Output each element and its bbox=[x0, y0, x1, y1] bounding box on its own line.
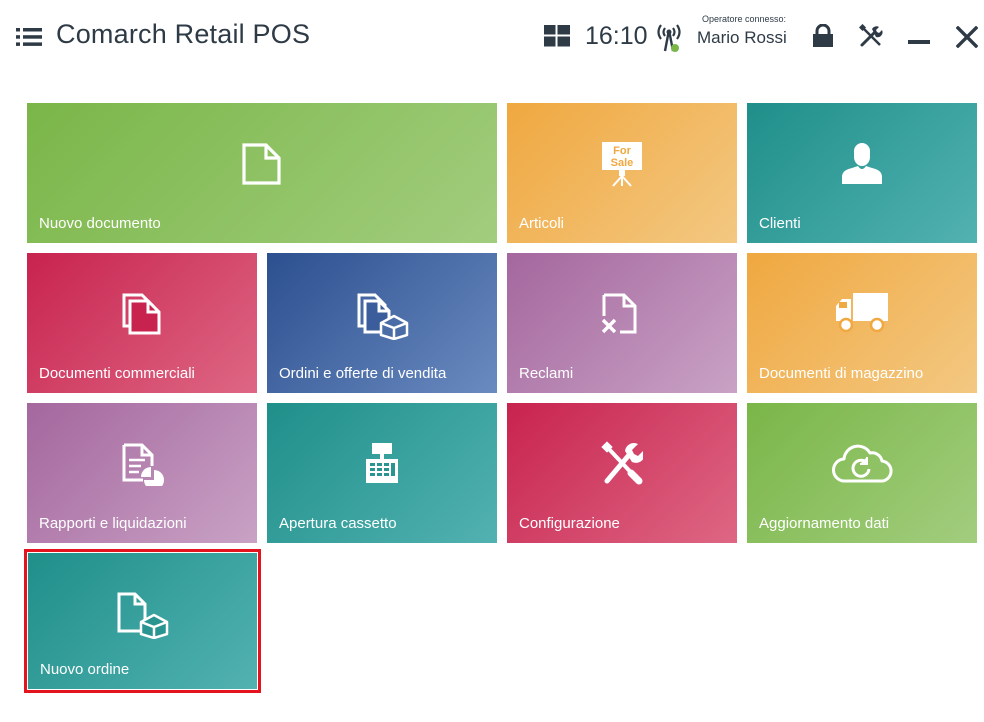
cash-register-icon bbox=[366, 443, 398, 483]
tile-ordini-offerte[interactable]: Ordini e offerte di vendita bbox=[267, 253, 497, 393]
tile-label: Rapporti e liquidazioni bbox=[39, 515, 187, 532]
tile-label: Apertura cassetto bbox=[279, 515, 397, 532]
tile-label: Nuovo ordine bbox=[40, 661, 130, 678]
tile-label: Clienti bbox=[759, 215, 801, 232]
tile-label: Aggiornamento dati bbox=[759, 515, 890, 532]
svg-text:For: For bbox=[613, 145, 631, 157]
minimize-icon[interactable] bbox=[908, 38, 930, 46]
for-sale-sign-icon: For Sale bbox=[602, 142, 642, 187]
tile-aggiornamento-dati[interactable]: Aggiornamento dati bbox=[747, 403, 977, 543]
windows-icon[interactable] bbox=[544, 25, 570, 47]
lock-icon[interactable] bbox=[811, 24, 835, 48]
tile-reclami[interactable]: Reclami bbox=[507, 253, 737, 393]
tile-articoli[interactable]: For Sale Articoli bbox=[507, 103, 737, 243]
tile-label: Documenti di magazzino bbox=[759, 365, 924, 382]
tile-nuovo-ordine[interactable]: Nuovo ordine bbox=[28, 553, 257, 689]
tile-documenti-commerciali[interactable]: Documenti commerciali bbox=[27, 253, 257, 393]
tile-label: Reclami bbox=[519, 365, 574, 382]
tools-icon bbox=[601, 441, 643, 485]
operator-name: Mario Rossi bbox=[697, 28, 787, 47]
app-title: Comarch Retail POS bbox=[56, 19, 311, 49]
truck-icon bbox=[836, 293, 888, 333]
operator-label: Operatore connesso: bbox=[702, 14, 787, 24]
document-icon bbox=[242, 143, 281, 185]
person-icon bbox=[842, 143, 882, 184]
tile-clienti[interactable]: Clienti bbox=[747, 103, 977, 243]
tile-rapporti-liquidazioni[interactable]: Rapporti e liquidazioni bbox=[27, 403, 257, 543]
tile-label: Articoli bbox=[519, 215, 565, 232]
report-chart-icon bbox=[122, 443, 164, 486]
tile-nuovo-documento[interactable]: Nuovo documento bbox=[27, 103, 497, 243]
tile-documenti-magazzino[interactable]: Documenti di magazzino bbox=[747, 253, 977, 393]
menu-icon[interactable] bbox=[16, 27, 42, 47]
document-box-icon bbox=[357, 293, 409, 340]
tile-label: Ordini e offerte di vendita bbox=[279, 365, 447, 382]
network-icon[interactable] bbox=[655, 22, 683, 54]
tile-label: Nuovo documento bbox=[39, 215, 161, 232]
tools-icon[interactable] bbox=[859, 24, 883, 48]
svg-text:Sale: Sale bbox=[611, 157, 634, 169]
clock: 16:10 bbox=[585, 22, 648, 50]
documents-icon bbox=[122, 293, 161, 335]
tile-label: Documenti commerciali bbox=[39, 365, 195, 382]
tile-apertura-cassetto[interactable]: Apertura cassetto bbox=[267, 403, 497, 543]
tile-label: Configurazione bbox=[519, 515, 620, 532]
tile-configurazione[interactable]: Configurazione bbox=[507, 403, 737, 543]
document-box-icon bbox=[117, 592, 169, 639]
close-icon[interactable] bbox=[956, 26, 978, 48]
cloud-refresh-icon bbox=[832, 444, 893, 483]
document-x-icon bbox=[601, 293, 637, 334]
